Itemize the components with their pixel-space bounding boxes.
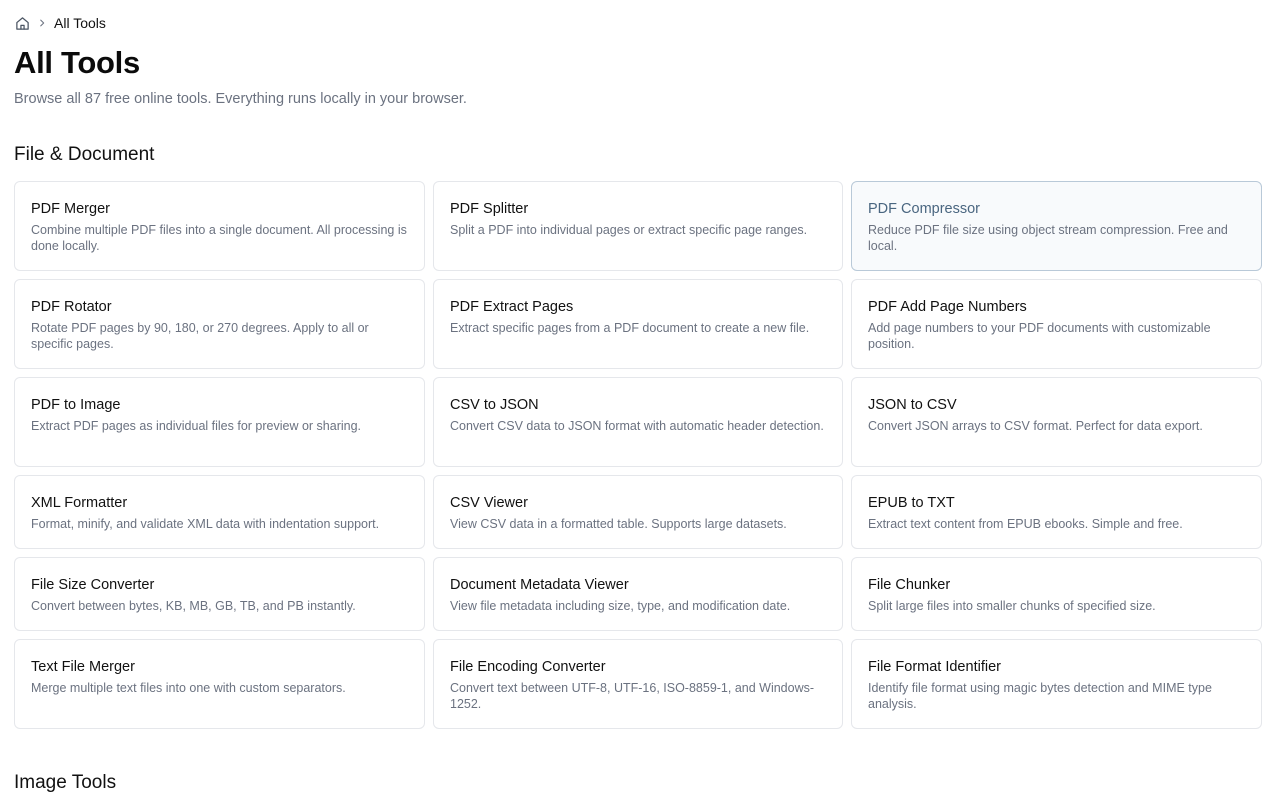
tool-card-title: File Chunker [868, 577, 951, 593]
tool-card-pdf-compressor[interactable]: PDF Compressor Reduce PDF file size usin… [851, 181, 1262, 271]
tool-card-description: Convert CSV data to JSON format with aut… [450, 419, 824, 433]
tool-card-pdf-merger[interactable]: PDF Merger Combine multiple PDF files in… [14, 181, 425, 271]
tool-card-title: EPUB to TXT [868, 495, 955, 511]
tool-card-description: Extract specific pages from a PDF docume… [450, 321, 810, 335]
tool-card-pdf-add-page-numbers[interactable]: PDF Add Page Numbers Add page numbers to… [851, 279, 1262, 369]
tool-card-description: Identify file format using magic bytes d… [868, 681, 1212, 711]
section-title-image-tools: Image Tools [14, 772, 117, 793]
tool-card-file-encoding-converter[interactable]: File Encoding Converter Convert text bet… [433, 639, 843, 729]
section-title-file-document: File & Document [14, 144, 155, 165]
tool-card-title: File Format Identifier [868, 659, 1001, 675]
tool-card-title: Text File Merger [31, 659, 135, 675]
tool-card-pdf-extract-pages[interactable]: PDF Extract Pages Extract specific pages… [433, 279, 843, 369]
tool-card-title: PDF Rotator [31, 299, 112, 315]
tool-card-title: CSV Viewer [450, 495, 528, 511]
tool-card-epub-to-txt[interactable]: EPUB to TXT Extract text content from EP… [851, 475, 1262, 549]
tool-card-description: View file metadata including size, type,… [450, 599, 791, 613]
tool-card-title: File Encoding Converter [450, 659, 606, 675]
tool-card-description: Add page numbers to your PDF documents w… [868, 321, 1211, 351]
tool-card-title: CSV to JSON [450, 397, 539, 413]
tool-card-title: PDF Compressor [868, 201, 980, 217]
page-title: All Tools [14, 45, 140, 80]
tool-card-title: PDF to Image [31, 397, 121, 413]
tool-card-text-file-merger[interactable]: Text File Merger Merge multiple text fil… [14, 639, 425, 729]
tool-card-description: Convert between bytes, KB, MB, GB, TB, a… [31, 599, 356, 613]
tool-card-description: Split large files into smaller chunks of… [868, 599, 1156, 613]
tool-card-description: Convert text between UTF-8, UTF-16, ISO-… [450, 681, 815, 711]
tool-card-title: PDF Merger [31, 201, 110, 217]
tool-card-description: Format, minify, and validate XML data wi… [31, 517, 380, 531]
tool-card-description: Combine multiple PDF files into a single… [31, 223, 407, 253]
tool-card-description: Merge multiple text files into one with … [31, 681, 346, 695]
breadcrumb-current: All Tools [54, 15, 106, 31]
tool-card-description: Split a PDF into individual pages or ext… [450, 223, 808, 237]
tool-card-pdf-to-image[interactable]: PDF to Image Extract PDF pages as indivi… [14, 377, 425, 467]
tools-grid-file-document: PDF Merger Combine multiple PDF files in… [14, 181, 1262, 729]
tool-card-description: Convert JSON arrays to CSV format. Perfe… [868, 419, 1203, 433]
page-subtitle: Browse all 87 free online tools. Everyth… [14, 91, 467, 107]
breadcrumb: All Tools [14, 14, 106, 32]
tool-card-csv-to-json[interactable]: CSV to JSON Convert CSV data to JSON for… [433, 377, 843, 467]
home-icon[interactable] [14, 15, 30, 31]
tool-card-title: PDF Extract Pages [450, 299, 574, 315]
chevron-right-icon [36, 17, 48, 29]
tool-card-document-metadata-viewer[interactable]: Document Metadata Viewer View file metad… [433, 557, 843, 631]
tool-card-file-size-converter[interactable]: File Size Converter Convert between byte… [14, 557, 425, 631]
all-tools-page: All Tools All Tools Browse all 87 free o… [0, 0, 1280, 800]
tool-card-description: Extract PDF pages as individual files fo… [31, 419, 362, 433]
tool-card-description: View CSV data in a formatted table. Supp… [450, 517, 787, 531]
tool-card-description: Extract text content from EPUB ebooks. S… [868, 517, 1183, 531]
tool-card-csv-viewer[interactable]: CSV Viewer View CSV data in a formatted … [433, 475, 843, 549]
tool-card-title: PDF Add Page Numbers [868, 299, 1027, 315]
tool-card-json-to-csv[interactable]: JSON to CSV Convert JSON arrays to CSV f… [851, 377, 1262, 467]
tool-card-title: File Size Converter [31, 577, 155, 593]
tool-card-pdf-splitter[interactable]: PDF Splitter Split a PDF into individual… [433, 181, 843, 271]
tool-card-description: Rotate PDF pages by 90, 180, or 270 degr… [31, 321, 369, 351]
tool-card-pdf-rotator[interactable]: PDF Rotator Rotate PDF pages by 90, 180,… [14, 279, 425, 369]
tool-card-description: Reduce PDF file size using object stream… [868, 223, 1228, 253]
tool-card-file-chunker[interactable]: File Chunker Split large files into smal… [851, 557, 1262, 631]
tool-card-title: Document Metadata Viewer [450, 577, 629, 593]
tool-card-file-format-identifier[interactable]: File Format Identifier Identify file for… [851, 639, 1262, 729]
tool-card-title: PDF Splitter [450, 201, 529, 217]
tool-card-title: XML Formatter [31, 495, 128, 511]
tool-card-title: JSON to CSV [868, 397, 957, 413]
tool-card-xml-formatter[interactable]: XML Formatter Format, minify, and valida… [14, 475, 425, 549]
